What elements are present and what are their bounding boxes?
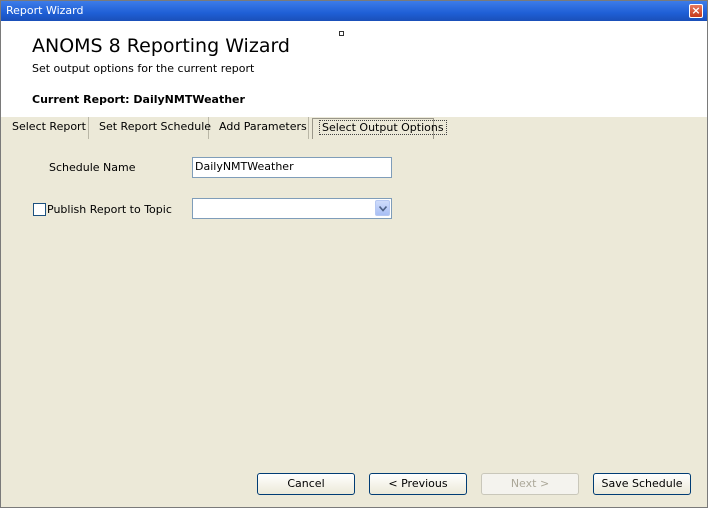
save-schedule-button[interactable]: Save Schedule (593, 473, 691, 495)
schedule-name-label: Schedule Name (49, 161, 136, 174)
marker-dot-icon (339, 31, 344, 36)
wizard-tabs: Select Report Set Report Schedule Add Pa… (1, 117, 707, 139)
tab-select-output-options[interactable]: Select Output Options (312, 118, 447, 139)
close-icon[interactable]: × (689, 4, 703, 18)
tab-label: Select Report (12, 120, 86, 133)
window-title: Report Wizard (6, 4, 84, 17)
topic-select[interactable] (192, 198, 392, 219)
page-title: ANOMS 8 Reporting Wizard (32, 35, 290, 57)
wizard-header: ANOMS 8 Reporting Wizard Set output opti… (1, 21, 707, 117)
tab-select-report[interactable]: Select Report (6, 117, 89, 139)
cancel-button[interactable]: Cancel (257, 473, 355, 495)
tab-label: Set Report Schedule (99, 120, 212, 133)
report-wizard-window: Report Wizard × ANOMS 8 Reporting Wizard… (0, 0, 708, 508)
tab-label: Select Output Options (319, 120, 447, 135)
publish-checkbox[interactable] (33, 203, 46, 216)
previous-button[interactable]: < Previous (369, 473, 467, 495)
schedule-name-input[interactable]: DailyNMTWeather (192, 157, 392, 178)
next-button[interactable]: Next > (481, 473, 579, 495)
tab-add-parameters[interactable]: Add Parameters (213, 117, 309, 139)
page-subtitle: Set output options for the current repor… (32, 62, 255, 75)
tab-label: Add Parameters (219, 120, 307, 133)
title-bar[interactable]: Report Wizard × (1, 1, 707, 21)
current-report-label: Current Report: DailyNMTWeather (32, 93, 245, 106)
tab-set-report-schedule[interactable]: Set Report Schedule (93, 117, 212, 139)
chevron-down-icon[interactable] (375, 200, 390, 216)
publish-label: Publish Report to Topic (47, 203, 172, 216)
